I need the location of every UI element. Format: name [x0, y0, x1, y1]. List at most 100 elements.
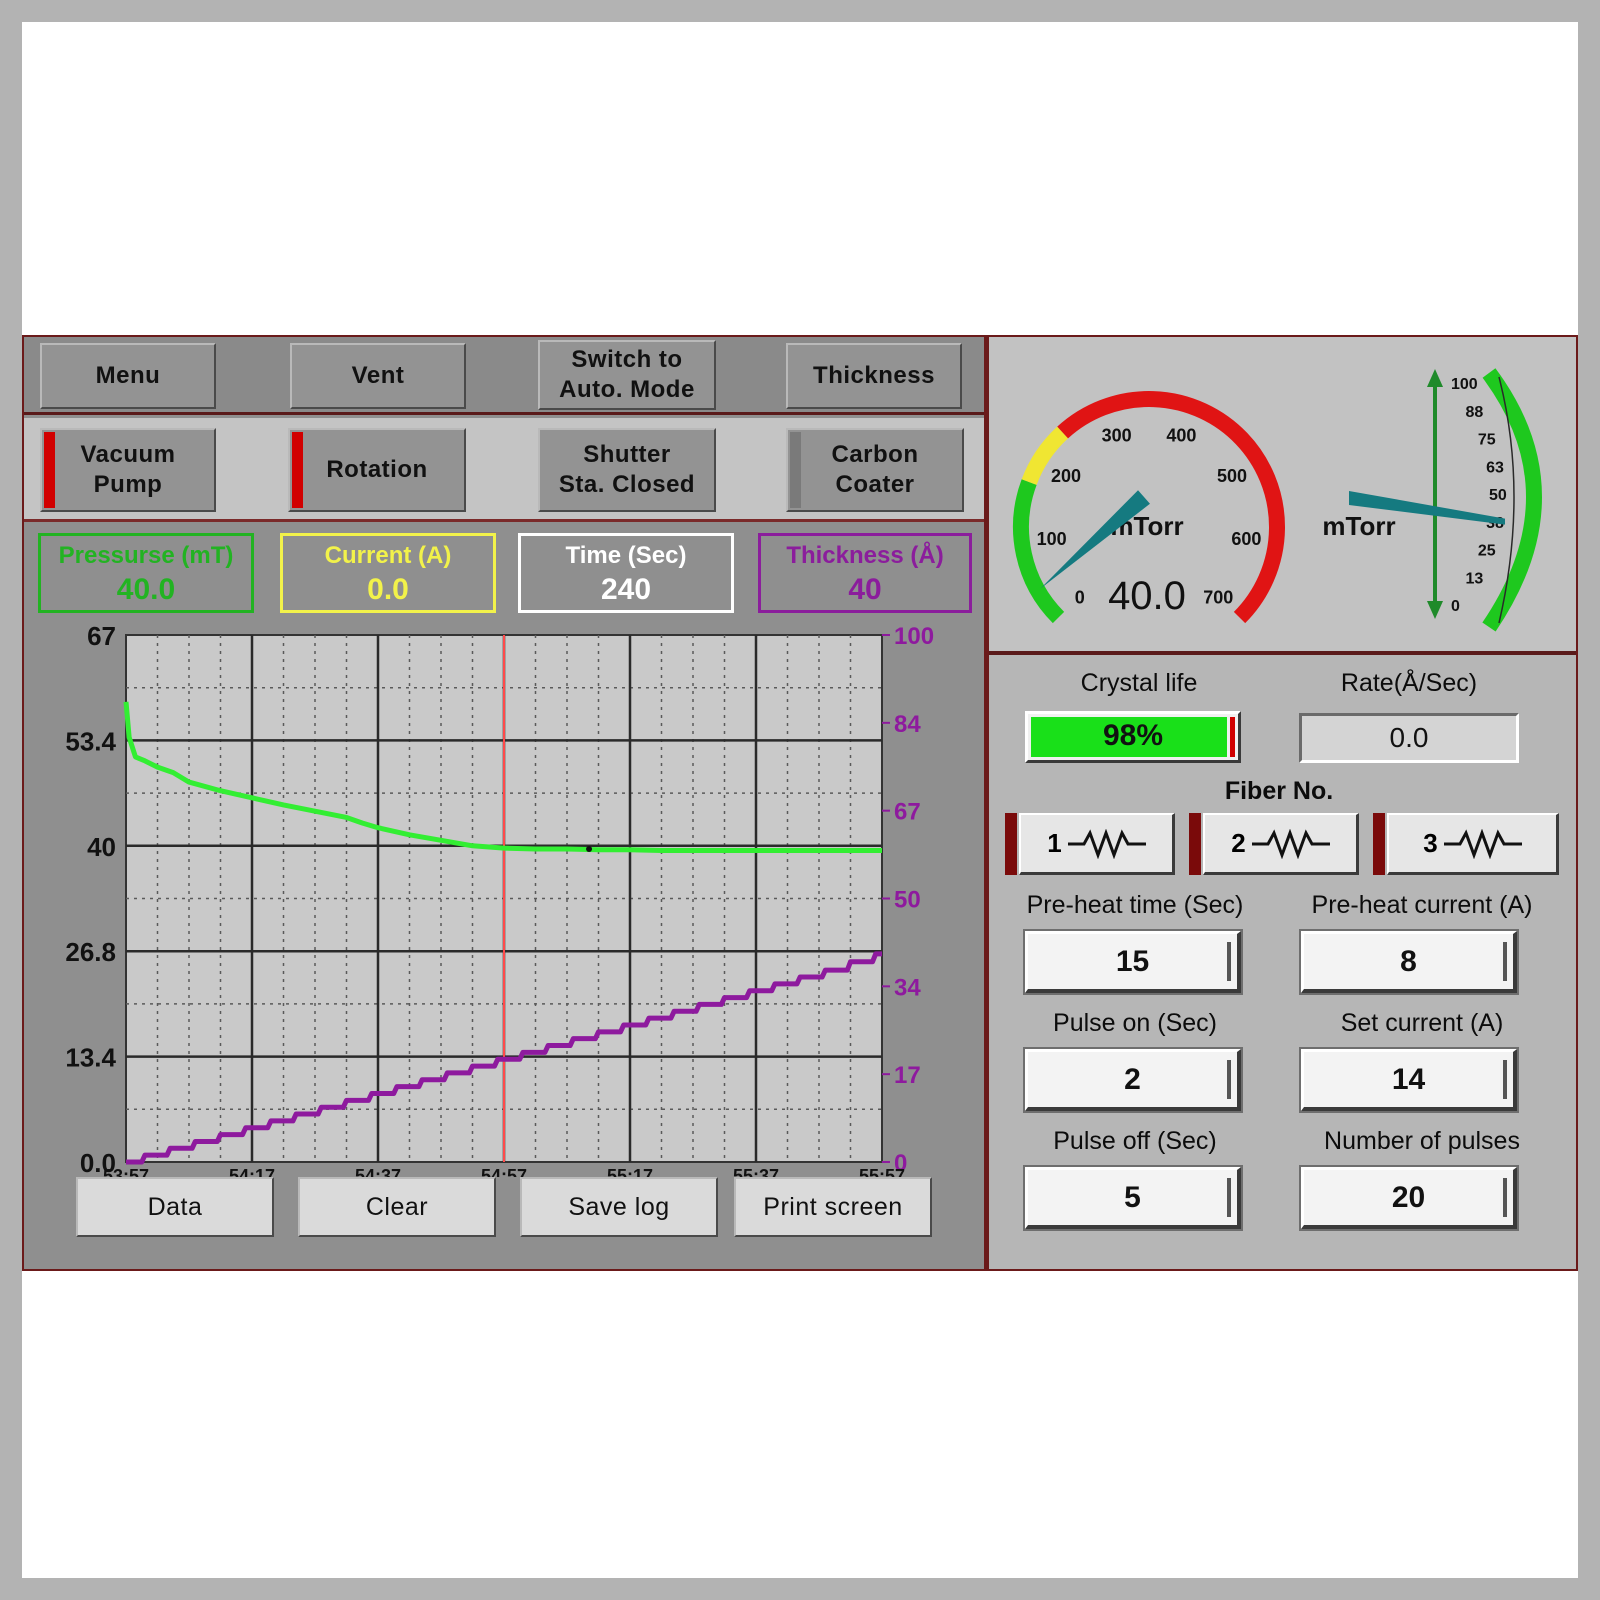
field-grip	[1503, 1060, 1507, 1099]
y-left-tick-label: 53.4	[65, 726, 116, 756]
vacuum-pump-label: Vacuum Pump	[80, 441, 176, 498]
y-left-tick-label: 67	[87, 621, 116, 651]
preheat-time-field[interactable]: 15	[1025, 931, 1241, 993]
control-screen: Menu Vent Switch to Auto. Mode Thickness…	[22, 335, 1578, 1271]
pressure-readout-label: Pressurse (mT)	[58, 542, 234, 569]
field-grip	[1227, 1060, 1231, 1099]
scale-tick-label: 88	[1466, 404, 1484, 421]
pressure-dial-tick-label: 700	[1203, 587, 1233, 607]
trend-chart: 6753.44026.813.40.01008467503417053:57 54…	[65, 621, 934, 1177]
resistor-icon	[1067, 828, 1146, 859]
fiber-1-number: 1	[1047, 828, 1062, 858]
x-tick-label: 55:57	[859, 1166, 905, 1177]
pressure-dial-tick-label: 500	[1217, 466, 1247, 486]
rate-value: 0.0	[1389, 722, 1429, 753]
x-tick-label: 55:37	[733, 1166, 779, 1177]
field-grip	[1503, 1178, 1507, 1217]
resistor-icon	[1251, 828, 1330, 859]
y-right-tick-label: 34	[894, 974, 921, 1001]
pulse-off-field[interactable]: 5	[1025, 1167, 1241, 1229]
set-current-label: Set current (A)	[1340, 1009, 1504, 1037]
carbon-coater-toggle[interactable]: Carbon Coater	[786, 428, 964, 512]
crystal-life-bar: 98%	[1025, 711, 1241, 763]
num-pulses-label: Number of pulses	[1324, 1127, 1520, 1155]
y-left-tick-label: 40	[87, 832, 116, 862]
field-grip	[1227, 942, 1231, 981]
menu-button[interactable]: Menu	[40, 343, 216, 409]
vacuum-pump-toggle[interactable]: Vacuum Pump	[40, 428, 216, 512]
auto-mode-button[interactable]: Switch to Auto. Mode	[538, 340, 716, 410]
y-right-tick-label: 100	[894, 623, 934, 650]
time-readout-value: 240	[600, 573, 652, 606]
print-screen-button[interactable]: Print screen	[734, 1177, 932, 1237]
time-readout-label: Time (Sec)	[565, 542, 687, 569]
pressure-dial-value: 40.0	[1108, 574, 1186, 618]
thickness-readout-value: 40	[848, 573, 882, 606]
pulse-on-field[interactable]: 2	[1025, 1049, 1241, 1111]
x-tick-label: 53:57	[103, 1166, 149, 1177]
preheat-current-label: Pre-heat current (A)	[1311, 891, 1533, 919]
pulse-on-label: Pulse on (Sec)	[1053, 1009, 1217, 1037]
clear-button[interactable]: Clear	[298, 1177, 496, 1237]
y-right-tick-label: 50	[894, 887, 921, 914]
menu-bar: Menu Vent Switch to Auto. Mode Thickness	[24, 337, 984, 415]
fiber-label: Fiber No.	[1224, 777, 1334, 805]
current-readout: Current (A) 0.0	[280, 533, 496, 613]
preheat-current-value: 8	[1400, 944, 1417, 978]
time-readout: Time (Sec) 240	[518, 533, 734, 613]
x-tick-label: 54:17	[229, 1166, 275, 1177]
resistor-icon	[1443, 828, 1522, 859]
crystal-life-label: Crystal life	[1080, 669, 1198, 697]
shutter-toggle[interactable]: Shutter Sta. Closed	[538, 428, 716, 512]
rotation-indicator	[292, 432, 303, 508]
thickness-readout-label: Thickness (Å)	[786, 542, 944, 569]
vacuum-pump-indicator	[44, 432, 55, 508]
y-right-tick-label: 17	[894, 1062, 921, 1089]
current-readout-label: Current (A)	[324, 542, 452, 569]
pressure-point-marker	[586, 845, 593, 852]
carbon-coater-label: Carbon Coater	[831, 441, 919, 498]
crystal-life-value: 98%	[1102, 719, 1164, 752]
thickness-readout: Thickness (Å) 40	[758, 533, 972, 613]
scale-tick-label: 13	[1466, 570, 1484, 587]
scale-tick-label: 75	[1478, 432, 1496, 449]
y-right-tick-label: 67	[894, 799, 921, 826]
preheat-current-field[interactable]: 8	[1301, 931, 1517, 993]
y-right-tick-label: 84	[894, 711, 921, 738]
pressure-dial-tick-label: 200	[1051, 466, 1081, 486]
num-pulses-field[interactable]: 20	[1301, 1167, 1517, 1229]
fiber-1-button[interactable]: 1	[1005, 813, 1175, 875]
fiber-2-button[interactable]: 2	[1189, 813, 1359, 875]
pressure-dial-tick-label: 100	[1037, 529, 1067, 549]
rate-label: Rate(Å/Sec)	[1340, 669, 1478, 697]
gauges-panel: 0100200300 400500600700mTorr40.0100887563…	[989, 337, 1576, 651]
pressure-dial-tick-label: 300	[1102, 425, 1132, 445]
data-button[interactable]: Data	[76, 1177, 274, 1237]
scale-tick-label: 50	[1489, 487, 1507, 504]
pressure-dial-tick-label: 0	[1075, 587, 1085, 607]
scale-tick-label: 0	[1451, 598, 1460, 615]
current-readout-value: 0.0	[367, 573, 409, 606]
set-current-value: 14	[1391, 1062, 1426, 1096]
thickness-menu-button[interactable]: Thickness	[786, 343, 962, 409]
vent-button[interactable]: Vent	[290, 343, 466, 409]
fiber-3-button[interactable]: 3	[1373, 813, 1559, 875]
rotation-label: Rotation	[326, 456, 428, 483]
rotation-toggle[interactable]: Rotation	[288, 428, 466, 512]
x-tick-label: 54:37	[355, 1166, 401, 1177]
pressure-readout: Pressurse (mT) 40.0	[38, 533, 254, 613]
settings-panel: Crystal life Rate(Å/Sec) 98% 0.0 Fiber N…	[989, 655, 1576, 1269]
set-current-field[interactable]: 14	[1301, 1049, 1517, 1111]
scale-unit: mTorr	[1322, 511, 1395, 541]
y-left-tick-label: 13.4	[65, 1043, 116, 1073]
save-log-button[interactable]: Save log	[520, 1177, 718, 1237]
pressure-series-line	[503, 845, 882, 854]
fiber-2-indicator	[1189, 813, 1201, 875]
pulse-on-value: 2	[1124, 1062, 1141, 1096]
fiber-1-indicator	[1005, 813, 1017, 875]
pressure-readout-value: 40.0	[116, 573, 176, 606]
carbon-coater-indicator	[790, 432, 801, 508]
num-pulses-value: 20	[1391, 1180, 1426, 1214]
pressure-dial-tick-label: 600	[1231, 529, 1261, 549]
preheat-time-label: Pre-heat time (Sec)	[1026, 891, 1244, 919]
